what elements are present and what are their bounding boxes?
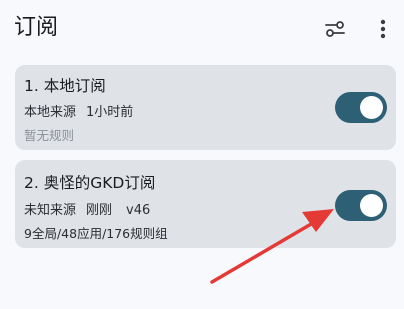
subscription-title: 2. 奥怪的GKD订阅 (24, 174, 156, 192)
top-app-bar: 订阅 (0, 0, 404, 58)
subscription-version: v46 (126, 203, 151, 218)
subscription-source: 未知来源 (24, 203, 77, 218)
more-options-button[interactable] (368, 14, 398, 44)
page-title: 订阅 (14, 15, 59, 40)
subscription-toggle[interactable] (335, 190, 387, 221)
toggle-thumb (360, 96, 383, 119)
subscription-title: 1. 本地订阅 (24, 77, 106, 95)
subscription-stats: 9全局/48应用/176规则组 (24, 226, 168, 241)
filter-button[interactable] (320, 14, 350, 44)
subscription-meta: 未知来源 刚刚 v46 (24, 199, 150, 218)
subscription-source: 本地来源 (24, 105, 77, 120)
subscription-meta: 本地来源 1小时前 (24, 101, 133, 120)
tune-icon (325, 21, 345, 37)
toggle-thumb (360, 194, 383, 217)
subscription-empty-note: 暂无规则 (24, 128, 75, 143)
subscription-card-gkd[interactable]: 2. 奥怪的GKD订阅 未知来源 刚刚 v46 9全局/48应用/176规则组 (15, 160, 396, 248)
subscription-updated: 1小时前 (86, 105, 134, 120)
subscription-updated: 刚刚 (86, 203, 113, 218)
subscription-card-local[interactable]: 1. 本地订阅 本地来源 1小时前 暂无规则 (15, 65, 396, 150)
subscription-toggle[interactable] (335, 92, 387, 123)
more-vert-icon (380, 19, 386, 39)
